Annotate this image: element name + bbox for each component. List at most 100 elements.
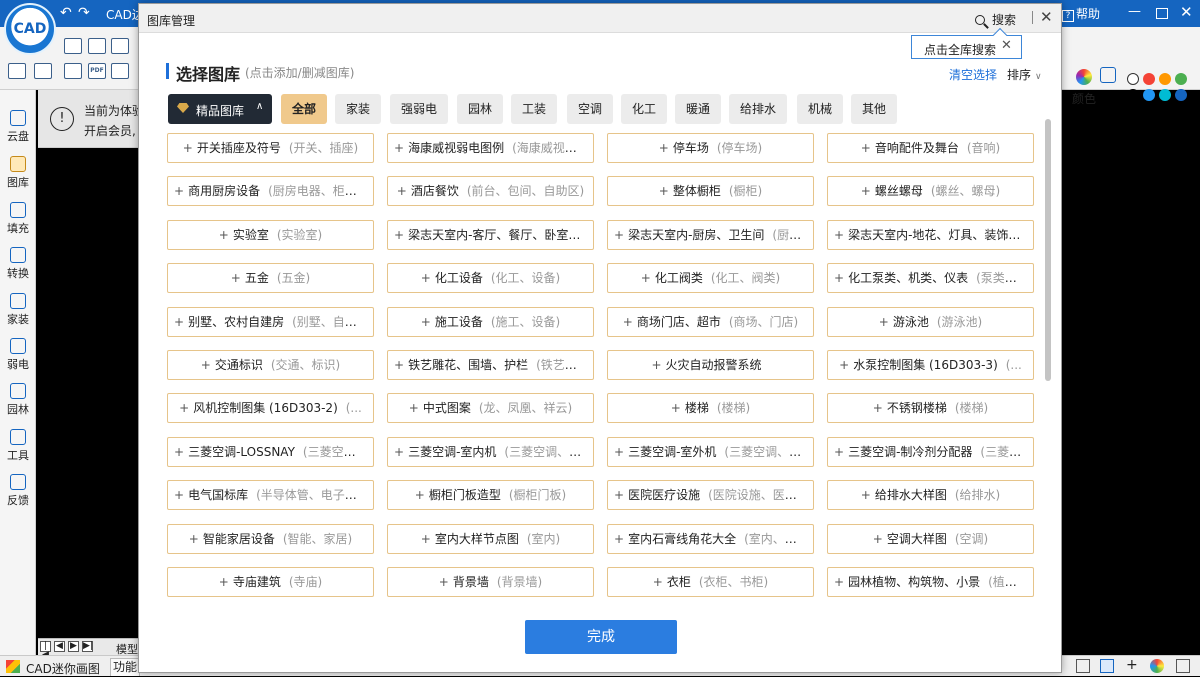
redo-icon[interactable]: ↷ [78, 5, 90, 21]
pdf-icon[interactable]: PDF [88, 63, 106, 79]
library-card[interactable]: + 整体橱柜 (橱柜) [607, 176, 814, 206]
tooltip-close-icon[interactable]: ✕ [1001, 38, 1012, 53]
library-card[interactable]: + 开关插座及符号 (开关、插座) [167, 133, 374, 163]
library-card[interactable]: + 橱柜门板造型 (橱柜门板) [387, 480, 594, 510]
library-card[interactable]: + 衣柜 (衣柜、书柜) [607, 567, 814, 597]
swatch-white[interactable] [1127, 73, 1139, 85]
swatch-green[interactable] [1175, 73, 1187, 85]
tab-category[interactable]: 园林 [457, 94, 503, 124]
swatch-blue[interactable] [1143, 89, 1155, 101]
help-button[interactable]: ? 帮助 [1062, 5, 1100, 22]
library-card[interactable]: +园林植物、构筑物、小景 (植物、... [827, 567, 1034, 597]
library-card[interactable]: + 室内石膏线角花大全 (室内、石膏... [607, 524, 814, 554]
sidebar-item-library[interactable]: 图库 [0, 156, 36, 190]
library-card[interactable]: + 化工阀类 (化工、阀类) [607, 263, 814, 293]
open-file-icon[interactable] [64, 38, 82, 54]
last-page-icon[interactable]: ▶| [82, 641, 93, 652]
library-card[interactable]: +铁艺雕花、围墙、护栏 (铁艺、雕... [387, 350, 594, 380]
swatch-red[interactable] [1143, 73, 1155, 85]
save-icon[interactable] [88, 38, 106, 54]
swatch-dark-blue[interactable] [1175, 89, 1187, 101]
undo-icon[interactable]: ↶ [60, 5, 72, 21]
tab-category[interactable]: 暖通 [675, 94, 721, 124]
export-icon[interactable] [34, 63, 52, 79]
sort-dropdown[interactable]: 排序 ∨ [1007, 66, 1042, 83]
done-button[interactable]: 完成 [525, 620, 677, 654]
library-card[interactable]: + 施工设备 (施工、设备) [387, 307, 594, 337]
library-card[interactable]: + 商场门店、超市 (商场、门店) [607, 307, 814, 337]
search-button[interactable]: 搜索 [975, 11, 1016, 28]
first-page-icon[interactable]: |◀ [40, 641, 51, 660]
library-card[interactable]: + 商用厨房设备 (厨房电器、柜台、... [167, 176, 374, 206]
grid-snap-icon[interactable] [1076, 659, 1090, 673]
sidebar-item-garden[interactable]: 园林 [0, 383, 36, 417]
library-card[interactable]: + 三菱空调-LOSSNAY (三菱空调... [167, 437, 374, 467]
sidebar-item-hatch[interactable]: 填充 [0, 202, 36, 236]
library-card[interactable]: + 游泳池 (游泳池) [827, 307, 1034, 337]
sidebar-item-home[interactable]: 家装 [0, 293, 36, 327]
library-card[interactable]: + 梁志天室内-客厅、餐厅、卧室 (... [387, 220, 594, 250]
sidebar-item-tools[interactable]: 工具 [0, 429, 36, 463]
save-as-icon[interactable] [111, 38, 129, 54]
library-card[interactable]: + 室内大样节点图 (室内) [387, 524, 594, 554]
tab-category[interactable]: 工装 [511, 94, 557, 124]
sidebar-item-cloud[interactable]: 云盘 [0, 110, 36, 144]
library-card[interactable]: + 寺庙建筑 (寺庙) [167, 567, 374, 597]
library-card[interactable]: + 别墅、农村自建房 (别墅、自建房) [167, 307, 374, 337]
library-card[interactable]: + 水泵控制图集 (16D303-3) (... [827, 350, 1034, 380]
library-card[interactable]: + 音响配件及舞台 (音响) [827, 133, 1034, 163]
tab-category[interactable]: 家装 [335, 94, 381, 124]
library-card[interactable]: + 酒店餐饮 (前台、包间、自助区) [387, 176, 594, 206]
library-card[interactable]: + 梁志天室内-厨房、卫生间 (厨房... [607, 220, 814, 250]
library-card[interactable]: + 医院医疗设施 (医院设施、医疗设... [607, 480, 814, 510]
library-card[interactable]: + 三菱空调-室内机 (三菱空调、室... [387, 437, 594, 467]
tab-category[interactable]: 空调 [567, 94, 613, 124]
print-icon[interactable] [64, 63, 82, 79]
link-icon[interactable] [1100, 67, 1116, 83]
library-card[interactable]: + 停车场 (停车场) [607, 133, 814, 163]
library-card[interactable]: + 给排水大样图 (给排水) [827, 480, 1034, 510]
tab-category[interactable]: 全部 [281, 94, 327, 124]
swatch-cyan[interactable] [1159, 89, 1171, 101]
image-export-icon[interactable] [111, 63, 129, 79]
tab-category[interactable]: 强弱电 [390, 94, 448, 124]
app-logo[interactable]: CAD [4, 3, 56, 55]
library-card[interactable]: + 海康威视弱电图例 (海康威视、弱... [387, 133, 594, 163]
library-card[interactable]: + 实验室 (实验室) [167, 220, 374, 250]
swatch-orange[interactable] [1159, 73, 1171, 85]
tab-category[interactable]: 给排水 [729, 94, 787, 124]
tab-category[interactable]: 其他 [851, 94, 897, 124]
library-card[interactable]: + 背景墙 (背景墙) [387, 567, 594, 597]
library-card[interactable]: + 不锈钢楼梯 (楼梯) [827, 393, 1034, 423]
swatch-black[interactable] [1127, 89, 1139, 101]
maximize-icon[interactable] [1156, 8, 1168, 19]
library-card[interactable]: + 交通标识 (交通、标识) [167, 350, 374, 380]
back-icon[interactable] [8, 63, 26, 79]
clear-selection-link[interactable]: 清空选择 [949, 66, 997, 83]
library-card[interactable]: + 中式图案 (龙、凤凰、祥云) [387, 393, 594, 423]
library-card[interactable]: + 风机控制图集 (16D303-2) (... [167, 393, 374, 423]
scrollbar-thumb[interactable] [1045, 119, 1051, 381]
crosshair-icon[interactable]: + [1126, 658, 1140, 673]
tab-category[interactable]: 化工 [621, 94, 667, 124]
library-card[interactable]: + 梁志天室内-地花、灯具、装饰 (... [827, 220, 1034, 250]
color-wheel-status-icon[interactable] [1150, 659, 1164, 673]
library-card[interactable]: + 三菱空调-制冷剂分配器 (三菱空... [827, 437, 1034, 467]
settings-icon[interactable] [1176, 659, 1190, 673]
tab-function[interactable]: 功能 [110, 658, 140, 676]
library-card[interactable]: + 五金 (五金) [167, 263, 374, 293]
sidebar-item-feedback[interactable]: 反馈 [0, 474, 36, 508]
prev-page-icon[interactable]: ◀ [54, 641, 65, 652]
library-card[interactable]: + 空调大样图 (空调) [827, 524, 1034, 554]
color-wheel-icon[interactable] [1076, 69, 1092, 85]
next-page-icon[interactable]: ▶ [68, 641, 79, 652]
tab-category[interactable]: 机械 [797, 94, 843, 124]
library-card[interactable]: + 螺丝螺母 (螺丝、螺母) [827, 176, 1034, 206]
library-card[interactable]: + 化工设备 (化工、设备) [387, 263, 594, 293]
close-window-icon[interactable]: ✕ [1180, 3, 1193, 21]
library-card[interactable]: + 火灾自动报警系统 [607, 350, 814, 380]
library-card[interactable]: + 楼梯 (楼梯) [607, 393, 814, 423]
minimize-icon[interactable]: — [1128, 4, 1141, 19]
library-card[interactable]: + 智能家居设备 (智能、家居) [167, 524, 374, 554]
sidebar-item-convert[interactable]: 转换 [0, 247, 36, 281]
